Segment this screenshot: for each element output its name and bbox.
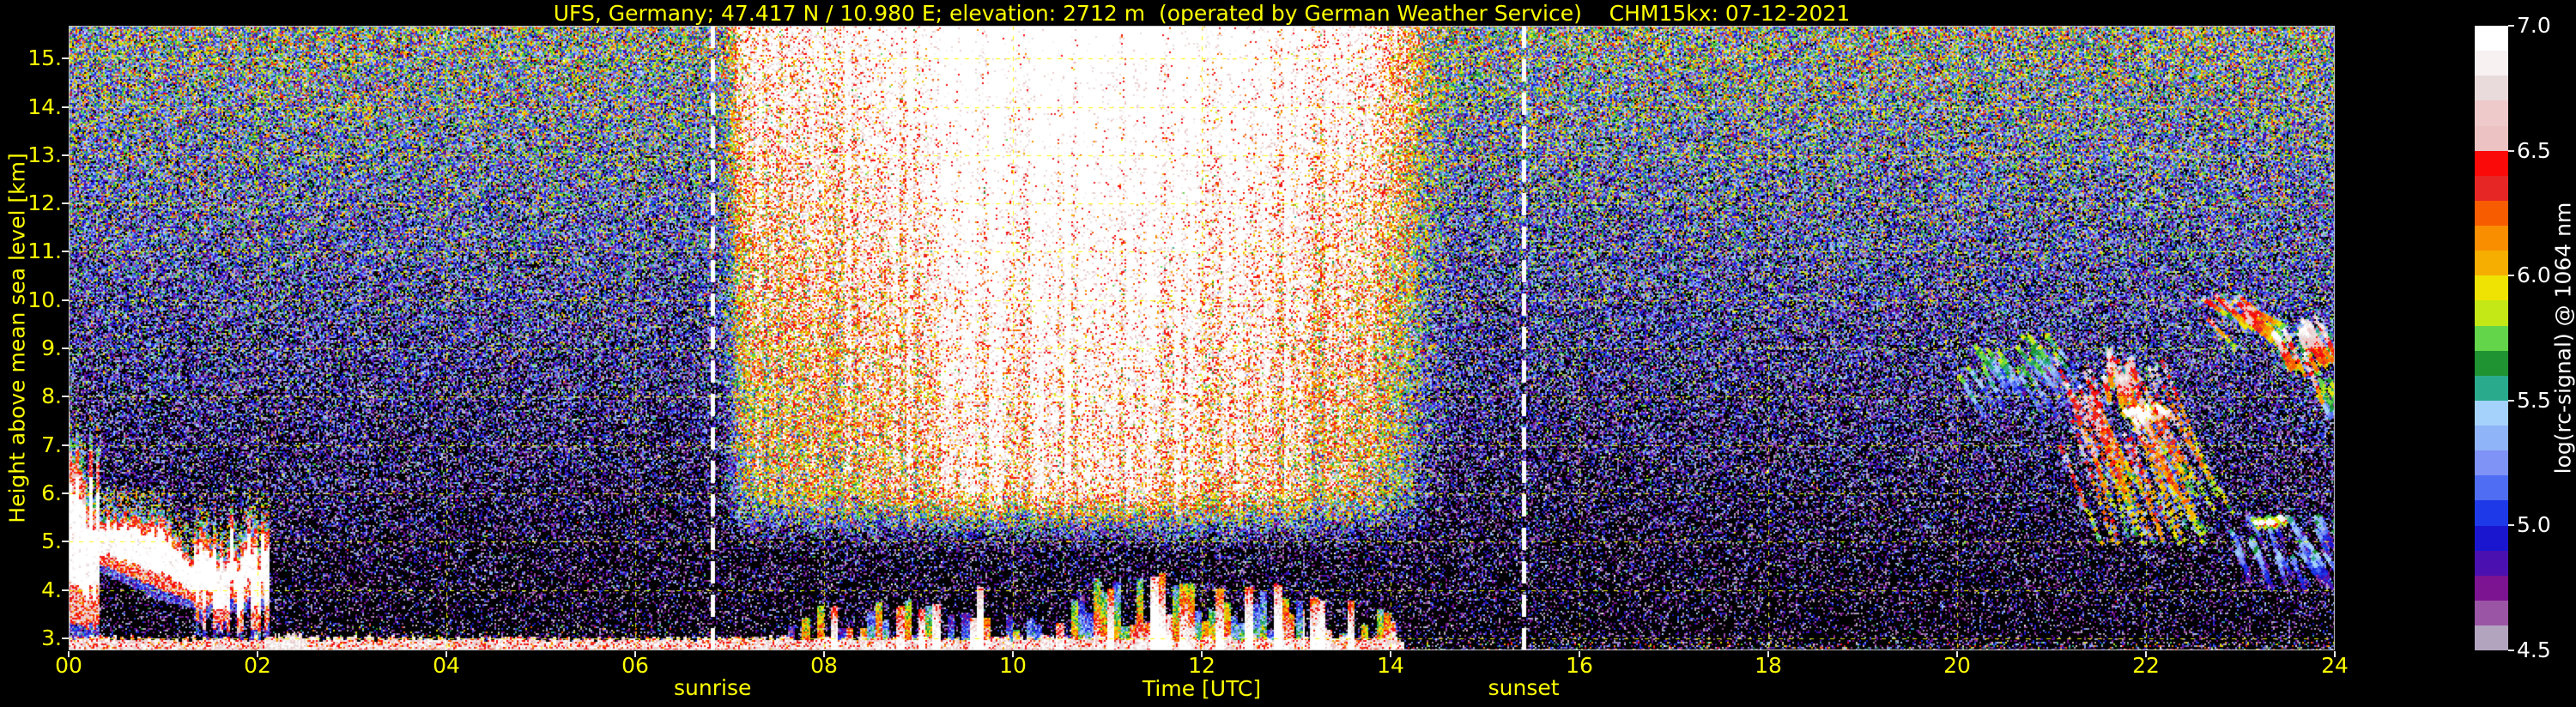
colorbar-tick-label: 6.5 (2517, 137, 2551, 163)
colorbar-segment (2475, 550, 2508, 576)
y-tick-mark (62, 492, 69, 494)
x-tick-mark (1201, 651, 1203, 657)
y-tick-mark (62, 251, 69, 253)
heatmap-canvas (69, 26, 2335, 650)
colorbar-segment (2475, 475, 2508, 501)
colorbar-tick-mark (2508, 275, 2514, 277)
colorbar-segment (2475, 26, 2508, 51)
x-tick-mark (634, 651, 636, 657)
y-tick-mark (62, 202, 69, 205)
y-tick-label: 10. (27, 287, 62, 312)
colorbar-label: log(rc-signal) @ 1064 nm (2550, 202, 2576, 474)
x-tick-mark (2334, 651, 2336, 657)
x-tick-mark (1012, 651, 1014, 657)
sunset-annotation: sunset (1488, 675, 1560, 700)
colorbar-segment (2475, 300, 2508, 326)
colorbar-tick-label: 4.5 (2517, 638, 2551, 662)
colorbar-tick-label: 6.0 (2517, 263, 2551, 288)
y-tick-mark (62, 347, 69, 350)
colorbar-tick-mark (2508, 149, 2514, 152)
y-tick-label: 14. (27, 94, 62, 119)
colorbar-segment (2475, 575, 2508, 601)
ceilometer-figure: UFS, Germany; 47.417 N / 10.980 E; eleva… (0, 0, 2576, 707)
colorbar-tick-label: 7.0 (2517, 13, 2551, 38)
colorbar-segment (2475, 400, 2508, 426)
colorbar-tick-mark (2508, 25, 2514, 27)
colorbar-tick-mark (2508, 650, 2514, 651)
colorbar-segment (2475, 600, 2508, 625)
x-tick-label: 18 (1755, 653, 1782, 678)
colorbar-segment (2475, 375, 2508, 401)
y-tick-label: 5. (41, 529, 62, 554)
colorbar-segment (2475, 625, 2508, 651)
colorbar-segment (2475, 426, 2508, 451)
y-tick-label: 15. (27, 45, 62, 71)
x-tick-label: 14 (1377, 653, 1404, 678)
x-tick-label: 20 (1943, 653, 1971, 678)
colorbar-segment (2475, 325, 2508, 351)
x-tick-label: 16 (1566, 653, 1593, 678)
x-tick-label: 12 (1188, 653, 1215, 678)
x-axis-label: Time [UTC] (1142, 676, 1262, 701)
x-tick-mark (1390, 651, 1391, 657)
colorbar-segment (2475, 150, 2508, 176)
sunrise-annotation: sunrise (674, 675, 752, 700)
colorbar-tick-mark (2508, 399, 2514, 402)
y-tick-mark (62, 299, 69, 301)
colorbar-tick-mark (2508, 524, 2514, 527)
colorbar-segment (2475, 76, 2508, 101)
colorbar-segment (2475, 350, 2508, 376)
y-tick-mark (62, 396, 69, 398)
colorbar-segment (2475, 51, 2508, 76)
y-tick-label: 6. (41, 480, 62, 505)
colorbar-segment (2475, 500, 2508, 526)
colorbar-segment (2475, 275, 2508, 301)
x-tick-label: 08 (810, 653, 838, 678)
x-tick-mark (2145, 651, 2147, 657)
y-tick-label: 12. (27, 190, 62, 216)
x-tick-mark (823, 651, 825, 657)
x-tick-label: 00 (55, 653, 82, 678)
y-tick-mark (62, 637, 69, 639)
x-tick-label: 04 (433, 653, 460, 678)
y-tick-label: 3. (41, 625, 62, 650)
y-tick-label: 4. (41, 577, 62, 602)
y-tick-label: 8. (41, 384, 62, 409)
y-tick-label: 7. (41, 432, 62, 457)
x-tick-label: 02 (244, 653, 271, 678)
x-tick-mark (1956, 651, 1958, 657)
colorbar-tick-label: 5.0 (2517, 512, 2551, 538)
y-tick-label: 9. (41, 335, 62, 361)
colorbar-segment (2475, 226, 2508, 251)
colorbar-segment (2475, 175, 2508, 201)
y-tick-label: 13. (27, 142, 62, 167)
x-tick-mark (68, 651, 70, 657)
x-tick-mark (445, 651, 447, 657)
x-tick-mark (257, 651, 258, 657)
x-tick-label: 22 (2132, 653, 2160, 678)
colorbar-segment (2475, 450, 2508, 476)
y-tick-mark (62, 589, 69, 591)
x-tick-mark (1767, 651, 1769, 657)
plot-title: UFS, Germany; 47.417 N / 10.980 E; eleva… (553, 1, 1851, 26)
y-tick-mark (62, 444, 69, 446)
colorbar (2475, 26, 2508, 651)
x-tick-label: 06 (621, 653, 649, 678)
y-tick-mark (62, 57, 69, 60)
y-tick-mark (62, 154, 69, 156)
x-tick-label: 10 (999, 653, 1027, 678)
y-tick-label: 11. (27, 239, 62, 264)
colorbar-segment (2475, 100, 2508, 126)
x-tick-label: 24 (2321, 653, 2349, 678)
colorbar-segment (2475, 525, 2508, 551)
y-tick-mark (62, 541, 69, 543)
colorbar-tick-label: 5.5 (2517, 387, 2551, 413)
x-tick-mark (1579, 651, 1580, 657)
colorbar-segment (2475, 200, 2508, 226)
colorbar-segment (2475, 251, 2508, 276)
colorbar-segment (2475, 125, 2508, 151)
y-tick-mark (62, 106, 69, 108)
